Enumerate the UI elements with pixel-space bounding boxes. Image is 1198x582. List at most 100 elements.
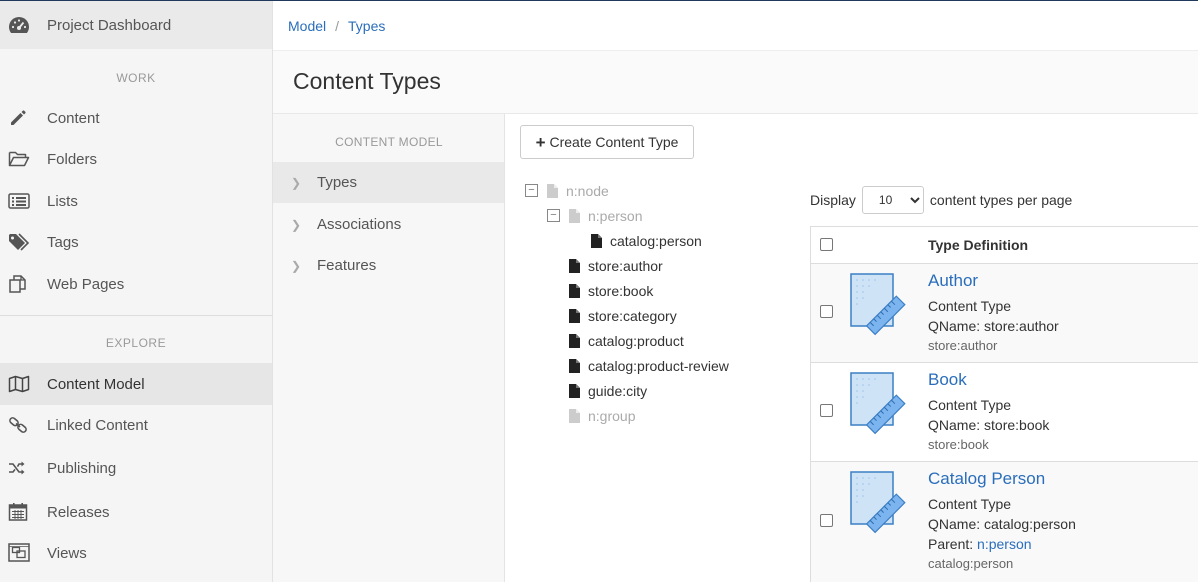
tree-node-catalog-person[interactable]: catalog:person [591,228,702,253]
tree-node-store-category[interactable]: store:category [569,303,677,328]
tree-node-guide-city[interactable]: guide:city [569,378,647,403]
sidebar-item-publishing[interactable]: Publishing [0,447,272,489]
sidebar-item-linked-content[interactable]: Linked Content [0,404,272,446]
tree-node-label: n:group [588,407,636,424]
tree-node-catalog-product-review[interactable]: catalog:product-review [569,353,729,378]
row-checkbox[interactable] [820,514,833,527]
row-checkbox[interactable] [820,404,833,417]
type-parent: Parent: n:person [928,536,1032,552]
subnav-item-features[interactable]: ❯ Features [273,245,504,286]
type-kind: Content Type [928,298,1012,314]
create-content-type-button[interactable]: + Create Content Type [520,125,694,159]
table-row: Book Content Type QName: store:book stor… [811,363,1198,462]
sidebar-item-folders[interactable]: Folders [0,138,272,180]
collapse-icon[interactable]: − [547,209,560,222]
type-kind: Content Type [928,397,1012,413]
page-title: Content Types [293,68,441,94]
type-id: catalog:person [928,556,1014,571]
tree-node-label: store:book [588,282,654,299]
tree-node-label: store:author [588,257,663,274]
tree-node-n-node[interactable]: − n:node [525,178,609,203]
tree-node-store-author[interactable]: store:author [569,253,663,278]
breadcrumb-separator: / [335,17,340,34]
type-qname: QName: store:author [928,318,1059,334]
sidebar-divider [0,315,272,316]
sidebar: Project Dashboard WORK Content Folders L… [0,1,273,582]
type-thumbnail-icon [850,372,906,435]
table-row: Catalog Person Content Type QName: catal… [811,462,1198,582]
type-kind: Content Type [928,496,1012,512]
dashboard-icon [0,16,47,34]
file-icon [569,308,580,323]
tree-node-label: n:node [566,182,609,199]
parent-label: Parent: [928,536,974,552]
file-icon [591,233,602,248]
type-thumbnail-icon [850,273,906,336]
per-page-control: Display 10 content types per page [810,186,1072,214]
type-thumbnail-icon [850,471,906,534]
sidebar-item-label: Tags [47,233,79,251]
tree-node-n-person[interactable]: − n:person [547,203,642,228]
file-icon [569,383,580,398]
plus-icon: + [535,132,546,152]
sidebar-item-label: Releases [47,503,110,521]
tree-node-n-group[interactable]: n:group [569,403,635,428]
breadcrumb-types-link[interactable]: Types [348,18,385,34]
type-qname: QName: catalog:person [928,516,1076,532]
link-icon [0,415,47,435]
content-model-subnav: CONTENT MODEL ❯ Types ❯ Associations ❯ F… [273,114,505,582]
type-qname: QName: store:book [928,417,1050,433]
breadcrumb-model-link[interactable]: Model [288,18,326,34]
work-section-heading: WORK [116,71,156,85]
tree-node-label: catalog:product-review [588,357,729,374]
row-checkbox[interactable] [820,305,833,318]
parent-link[interactable]: n:person [977,536,1031,552]
column-header-type-definition[interactable]: Type Definition [928,237,1028,253]
breadcrumb: Model / Types [273,1,1198,51]
tree-node-label: guide:city [588,382,648,399]
sidebar-item-content-model[interactable]: Content Model [0,363,272,405]
type-link[interactable]: Author [928,271,978,291]
sidebar-item-releases[interactable]: Releases [0,491,272,533]
tree-node-store-book[interactable]: store:book [569,278,653,303]
file-icon [569,208,580,223]
explore-section-heading: EXPLORE [105,336,167,350]
type-link[interactable]: Catalog Person [928,469,1045,489]
type-link[interactable]: Book [928,370,967,390]
views-icon [0,543,47,563]
tree-node-catalog-product[interactable]: catalog:product [569,328,684,353]
folder-open-icon [0,150,47,168]
display-label: Display [810,192,856,208]
web-pages-icon [0,274,47,294]
sidebar-item-tags[interactable]: Tags [0,221,272,263]
sidebar-item-label: Folders [47,150,98,168]
table-header: Type Definition [811,227,1198,264]
map-icon [0,375,47,393]
select-all-checkbox[interactable] [820,238,833,251]
tree-node-label: n:person [588,207,643,224]
file-icon [547,183,558,198]
type-id: store:author [928,338,998,353]
file-icon [569,333,580,348]
subnav-item-label: Types [317,174,358,191]
chevron-right-icon: ❯ [291,175,302,190]
chevron-right-icon: ❯ [291,217,302,232]
collapse-icon[interactable]: − [525,184,538,197]
list-icon [0,193,47,209]
sidebar-item-content[interactable]: Content [0,97,272,139]
sidebar-item-web-pages[interactable]: Web Pages [0,263,272,305]
sidebar-item-label: Project Dashboard [47,16,172,34]
table-row: Author Content Type QName: store:author … [811,264,1198,363]
sidebar-item-views[interactable]: Views [0,532,272,574]
file-icon [569,358,580,373]
subnav-item-types[interactable]: ❯ Types [273,162,504,203]
subnav-item-associations[interactable]: ❯ Associations [273,204,504,245]
sidebar-item-lists[interactable]: Lists [0,180,272,222]
tags-icon [0,233,47,251]
tree-node-label: catalog:person [610,232,702,249]
content-area: CONTENT MODEL ❯ Types ❯ Associations ❯ F… [273,114,1198,582]
sidebar-item-label: Content Model [47,375,145,393]
sidebar-item-label: Lists [47,192,78,210]
per-page-select[interactable]: 10 [861,186,924,214]
sidebar-item-project-dashboard[interactable]: Project Dashboard [0,1,272,49]
